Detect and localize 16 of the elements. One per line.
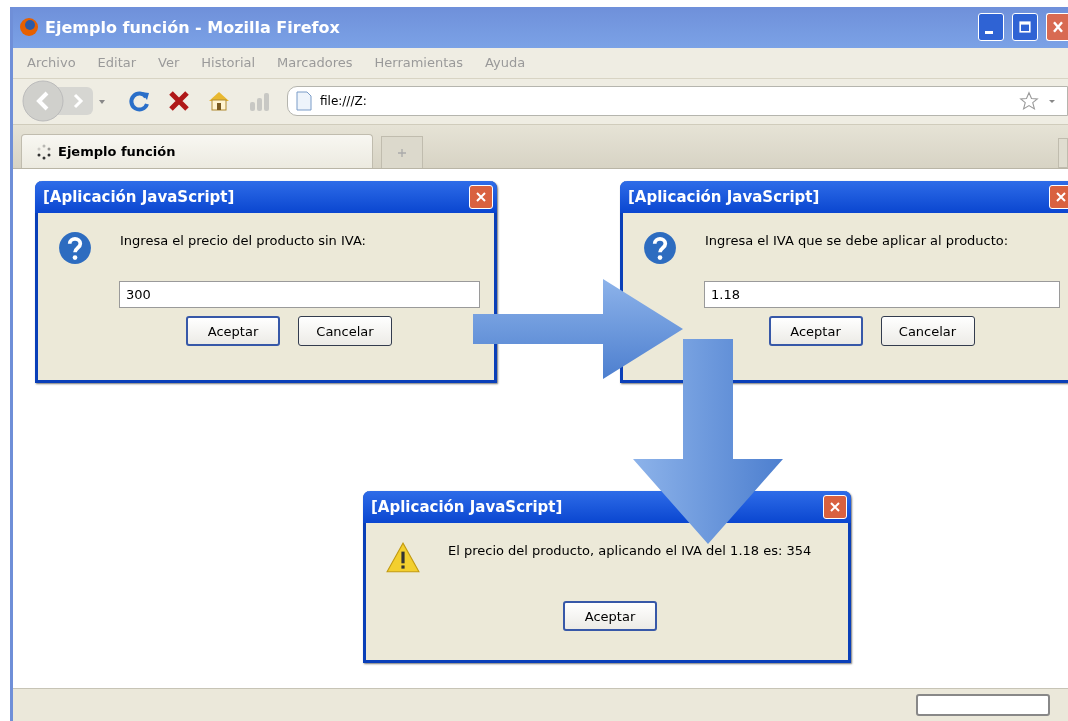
browser-tab[interactable]: Ejemplo función xyxy=(21,134,373,169)
dialog-title: [Aplicación JavaScript] xyxy=(43,188,236,207)
dialog-message: Ingresa el precio del producto sin IVA: xyxy=(120,233,366,249)
window-title: Ejemplo función - Mozilla Firefox xyxy=(45,17,340,37)
dialog-message: El precio del producto, aplicando el IVA del 1.18 es: 354 xyxy=(448,543,812,559)
address-field[interactable]: file:///Z: xyxy=(287,86,1068,117)
input-field[interactable]: 1.18 xyxy=(704,281,1060,309)
accept-button[interactable]: Aceptar xyxy=(563,601,657,632)
dialog-message: Ingresa el IVA que se debe aplicar al producto: xyxy=(705,233,1009,249)
input-field[interactable]: 300 xyxy=(119,281,480,309)
accept-button[interactable]: Aceptar xyxy=(768,316,863,347)
dialog-title: [Aplicación JavaScript] xyxy=(371,498,564,517)
dialog-title: [Aplicación JavaScript] xyxy=(628,188,821,207)
accept-button[interactable]: Aceptar xyxy=(186,316,280,347)
cancel-button[interactable]: Cancelar xyxy=(880,316,975,347)
cancel-button[interactable]: Cancelar xyxy=(298,316,392,347)
